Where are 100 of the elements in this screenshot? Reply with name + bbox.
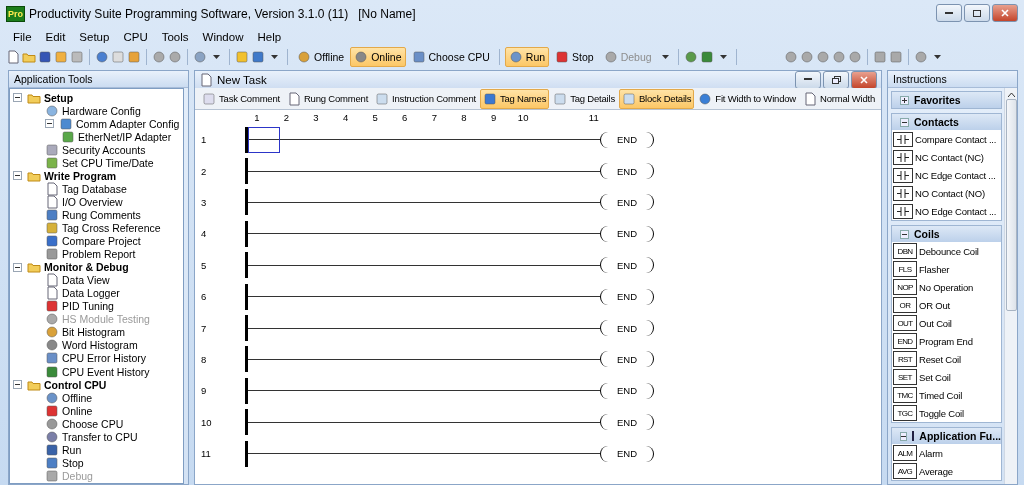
tree-item[interactable]: Tag Cross Reference xyxy=(62,222,161,234)
section-header[interactable]: Favorites xyxy=(892,92,1001,108)
tree-item[interactable]: Tag Database xyxy=(62,182,127,195)
tree-item[interactable]: Data Logger xyxy=(62,287,120,300)
toolbar-button[interactable]: Offline xyxy=(293,47,349,67)
instruction-item[interactable]: NC Contact (NC) xyxy=(892,148,1001,166)
collapse-toggle[interactable] xyxy=(13,262,22,272)
close-button[interactable] xyxy=(992,4,1018,22)
instruction-item[interactable]: OUT Out Coil xyxy=(892,314,1001,332)
tree-item[interactable]: Compare Project xyxy=(62,235,141,248)
toolbar-button[interactable]: Choose CPU xyxy=(407,47,494,67)
tree-item[interactable]: I/O Overview xyxy=(62,195,123,208)
instruction-item[interactable]: TGC Toggle Coil xyxy=(892,404,1001,422)
tree-item[interactable]: Setup xyxy=(44,91,74,104)
toolbar-button[interactable]: Fit Width to Window xyxy=(695,88,799,109)
tree-item[interactable]: Word Histogram xyxy=(62,339,138,352)
collapse-toggle[interactable] xyxy=(13,380,22,390)
tree-item[interactable]: Hardware Config xyxy=(62,104,141,117)
toolbar-button[interactable]: Normal Width xyxy=(799,88,879,109)
instruction-item[interactable]: END Program End xyxy=(892,332,1001,350)
tree-item[interactable]: Monitor & Debug xyxy=(44,261,129,274)
collapse-toggle[interactable] xyxy=(900,431,907,441)
caret-icon[interactable] xyxy=(719,55,727,59)
restore-button[interactable] xyxy=(823,70,849,89)
menu-item[interactable]: Tools xyxy=(154,31,196,43)
tree-item[interactable]: Data View xyxy=(62,274,110,287)
instruction-item[interactable]: TMC Timed Coil xyxy=(892,386,1001,404)
menu-item[interactable]: Edit xyxy=(38,31,73,43)
tree-item[interactable]: EtherNet/IP Adapter xyxy=(78,130,172,143)
tree-item[interactable]: Comm Adapter Config xyxy=(76,117,180,130)
cell-cursor[interactable] xyxy=(248,127,280,154)
menu-item[interactable]: File xyxy=(6,31,39,43)
column-number: 11 xyxy=(587,111,600,123)
toolbar-button[interactable]: Instruction Comment xyxy=(372,88,479,109)
tree-item[interactable]: Control CPU xyxy=(44,378,107,391)
tree-item[interactable]: Bit Histogram xyxy=(62,326,125,339)
checkbox[interactable] xyxy=(912,431,915,441)
toolbar-button[interactable]: Tag Names xyxy=(479,88,550,109)
rung-number: 4 xyxy=(200,228,208,240)
toolbar-button[interactable]: Run xyxy=(504,47,550,67)
tree-item[interactable]: Run xyxy=(62,443,82,456)
toolbar-button[interactable]: Stop xyxy=(551,47,598,67)
menu-item[interactable]: CPU xyxy=(116,31,155,43)
collapse-toggle[interactable] xyxy=(900,117,909,127)
instruction-item[interactable]: NC Edge Contact ... xyxy=(892,166,1001,184)
section-title: Coils xyxy=(914,228,940,240)
instruction-item[interactable]: AVG Average xyxy=(892,462,1001,480)
menu-item[interactable]: Window xyxy=(195,31,251,43)
caret-icon[interactable] xyxy=(933,55,941,59)
collapse-toggle[interactable] xyxy=(900,229,909,239)
scrollbar-thumb[interactable] xyxy=(1005,99,1017,311)
instruction-item[interactable]: FLS Flasher xyxy=(892,260,1001,278)
instruction-code: NOP xyxy=(893,279,917,295)
tree-item[interactable]: Problem Report xyxy=(62,248,136,261)
scroll-up-icon[interactable] xyxy=(1007,92,1015,97)
toolbar-button[interactable]: Online xyxy=(350,47,406,67)
tree-item[interactable]: Write Program xyxy=(44,169,117,182)
minus-icon xyxy=(902,119,907,125)
section-header[interactable]: Coils xyxy=(892,226,1001,242)
power-rail xyxy=(245,158,248,185)
section-header[interactable]: Contacts xyxy=(892,114,1001,130)
tree-item[interactable]: Online xyxy=(62,404,93,417)
tree-item[interactable]: Rung Comments xyxy=(62,208,141,221)
tree-item[interactable]: CPU Error History xyxy=(62,352,146,365)
collapse-toggle[interactable] xyxy=(13,171,22,181)
menu-item[interactable]: Help xyxy=(250,31,289,43)
tree-item[interactable]: Security Accounts xyxy=(62,143,146,156)
collapse-toggle[interactable] xyxy=(13,93,22,102)
instruction-item[interactable]: NOP No Operation xyxy=(892,278,1001,296)
instruction-item[interactable]: OR OR Out xyxy=(892,296,1001,314)
caret-icon[interactable] xyxy=(213,55,220,59)
minimize-button[interactable] xyxy=(936,4,962,22)
toolbar-button[interactable]: Block Details xyxy=(619,88,695,109)
instruction-item[interactable]: NO Edge Contact ... xyxy=(892,202,1001,220)
section-header[interactable]: Application Fu... xyxy=(892,428,1001,444)
caret-icon[interactable] xyxy=(661,55,669,59)
menu-item[interactable]: Setup xyxy=(72,31,117,43)
instruction-item[interactable]: ALM Alarm xyxy=(892,444,1001,462)
tree-item[interactable]: Choose CPU xyxy=(62,417,124,430)
maximize-button[interactable] xyxy=(964,4,990,22)
minimize-button[interactable] xyxy=(795,70,821,89)
toolbar-button[interactable]: Rung Comment xyxy=(283,88,372,109)
instruction-item[interactable]: DBN Debounce Coil xyxy=(892,242,1001,260)
caret-icon[interactable] xyxy=(271,55,278,59)
instruction-item[interactable]: NO Contact (NO) xyxy=(892,184,1001,202)
collapse-toggle[interactable] xyxy=(45,119,54,129)
instruction-item[interactable]: SET Set Coil xyxy=(892,368,1001,386)
tree-item[interactable]: CPU Event History xyxy=(62,365,150,378)
toolbar-button[interactable]: Task Comment xyxy=(199,88,283,109)
tree-item[interactable]: Stop xyxy=(62,456,84,469)
tree-item[interactable]: PID Tuning xyxy=(62,300,114,313)
expand-toggle[interactable] xyxy=(900,95,909,105)
tree-item[interactable]: Set CPU Time/Date xyxy=(62,156,154,169)
scrollbar[interactable] xyxy=(1004,88,1017,484)
tree-item[interactable]: Transfer to CPU xyxy=(62,430,138,443)
instruction-item[interactable]: RST Reset Coil xyxy=(892,350,1001,368)
toolbar-button[interactable]: Tag Details xyxy=(550,88,618,109)
close-button[interactable] xyxy=(851,70,877,89)
instruction-item[interactable]: Compare Contact ... xyxy=(892,130,1001,148)
tree-item[interactable]: Offline xyxy=(62,391,93,404)
